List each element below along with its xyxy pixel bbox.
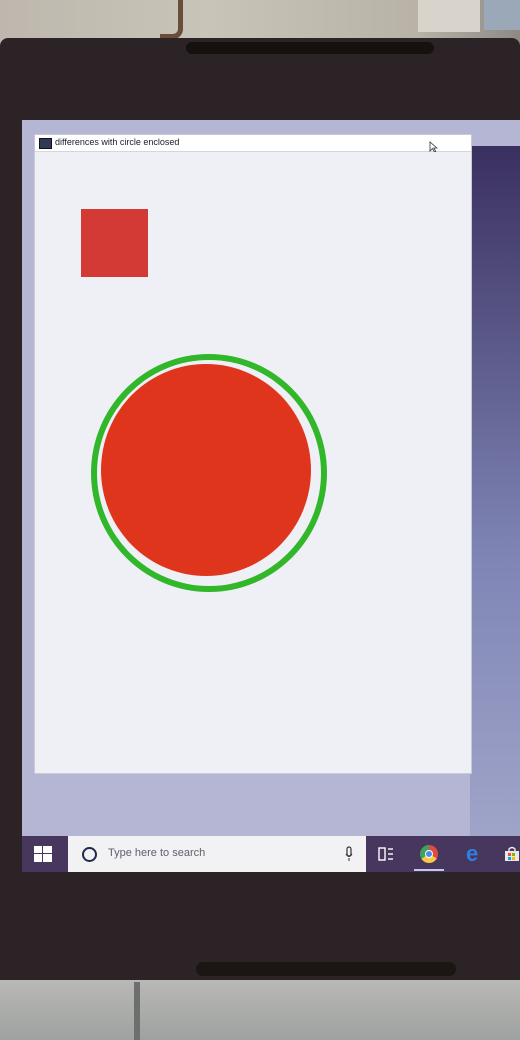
- wall-object: [418, 0, 480, 32]
- red-circle: [101, 364, 311, 576]
- search-box[interactable]: Type here to search: [68, 836, 366, 872]
- red-square: [81, 209, 148, 277]
- search-placeholder: Type here to search: [108, 847, 206, 859]
- laptop-base-seam: [134, 982, 140, 1040]
- search-icon: [82, 847, 97, 862]
- microphone-icon[interactable]: [345, 846, 353, 862]
- bezel-top-bar: [186, 42, 434, 54]
- laptop-hinge: [196, 962, 456, 976]
- edge-icon[interactable]: e: [466, 843, 478, 865]
- app-window: differences with circle enclosed: [34, 134, 472, 774]
- desktop-background: [470, 146, 520, 836]
- wall-hook: [160, 0, 183, 39]
- window-title: differences with circle enclosed: [55, 137, 180, 147]
- screen: differences with circle enclosed Type he…: [22, 120, 520, 872]
- taskbar: Type here to search e: [22, 836, 520, 872]
- store-icon[interactable]: [504, 846, 520, 862]
- windows-start-icon[interactable]: [34, 846, 52, 862]
- task-view-icon[interactable]: [378, 846, 394, 862]
- window-app-icon: [39, 138, 52, 149]
- active-app-indicator: [414, 869, 444, 871]
- wall-object-right: [484, 0, 520, 30]
- laptop-base: [0, 980, 520, 1040]
- chrome-icon[interactable]: [420, 845, 438, 863]
- image-canvas: [35, 152, 471, 773]
- window-titlebar[interactable]: differences with circle enclosed: [35, 135, 471, 152]
